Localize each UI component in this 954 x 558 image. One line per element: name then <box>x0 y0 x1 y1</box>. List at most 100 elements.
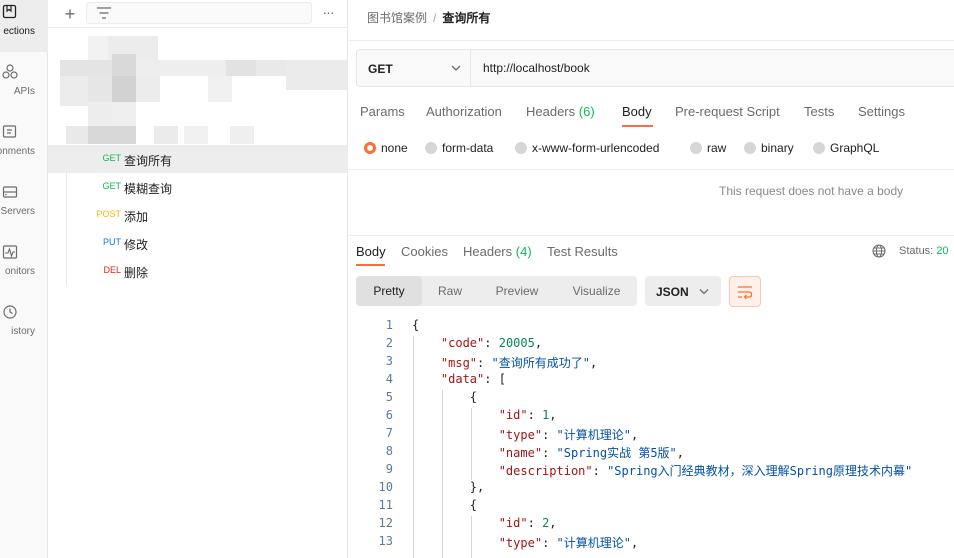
left-icon-rail: ections APIs onments k Servers onitors i… <box>0 0 48 558</box>
code-line: 9 "description": "Spring入门经典教材，深入理解Sprin… <box>349 462 954 480</box>
code-text: { <box>412 318 420 332</box>
code-line: 3 "msg": "查询所有成功了", <box>349 354 954 372</box>
code-text: "id": 2, <box>498 516 557 530</box>
code-text: { <box>412 498 478 512</box>
url-input[interactable]: http://localhost/book <box>483 61 590 75</box>
chevron-down-icon <box>699 289 709 295</box>
format-value: JSON <box>656 285 689 299</box>
postman-window: ections APIs onments k Servers onitors i… <box>0 0 954 558</box>
resp-tab-cookies[interactable]: Cookies <box>401 244 448 259</box>
format-select[interactable]: JSON <box>645 276 721 306</box>
code-line: 7 "type": "计算机理论", <box>349 426 954 444</box>
code-text: "code": 20005, <box>440 336 543 350</box>
rail-mock-servers[interactable]: k Servers <box>0 180 48 232</box>
request-item[interactable]: PUT 修改 <box>48 229 348 257</box>
rail-environments[interactable]: onments <box>0 120 48 172</box>
code-line: 4 "data": [ <box>349 372 954 390</box>
filter-input[interactable] <box>86 2 312 24</box>
rail-label: onitors <box>4 266 35 277</box>
code-line: 1{ <box>349 318 954 336</box>
view-pretty-button[interactable]: Pretty <box>356 276 422 306</box>
line-number: 3 <box>385 354 393 368</box>
tab-params[interactable]: Params <box>360 104 405 119</box>
response-body-viewer[interactable]: 1{ 2 "code": 20005, 3 "msg": "查询所有成功了", … <box>349 318 954 558</box>
rail-apis[interactable]: APIs <box>0 60 48 112</box>
code-line: 11 { <box>349 498 954 516</box>
radio-dot <box>425 142 437 154</box>
view-visualize-button[interactable]: Visualize <box>556 276 637 306</box>
tab-pre-request-script[interactable]: Pre-request Script <box>675 104 780 119</box>
tab-headers[interactable]: Headers (6) <box>526 104 595 119</box>
environments-icon <box>2 125 17 138</box>
method-badge: DEL <box>103 265 121 275</box>
request-panel: 图书馆案例 / 查询所有 GET http://localhost/book Par… <box>349 0 954 558</box>
method-badge: POST <box>96 209 121 219</box>
status-label: Status: <box>899 245 934 257</box>
code-text: "type": "计算机理论", <box>498 536 639 550</box>
tab-settings[interactable]: Settings <box>858 104 905 119</box>
request-name: 删除 <box>124 266 149 280</box>
radio-dot <box>364 142 376 154</box>
active-tab-indicator <box>356 264 385 266</box>
request-name: 修改 <box>124 238 149 252</box>
resp-tab-headers[interactable]: Headers (4) <box>463 244 532 259</box>
code-text: "msg": "查询所有成功了", <box>440 356 598 370</box>
active-tab-indicator <box>622 125 653 127</box>
radio-label: binary <box>761 141 794 155</box>
collections-icon <box>2 4 17 19</box>
more-options-icon[interactable]: ··· <box>318 4 338 24</box>
rail-label: onments <box>0 146 35 157</box>
rail-collections[interactable]: ections <box>0 0 48 52</box>
rail-label: k Servers <box>0 206 35 217</box>
code-line: 5 { <box>349 390 954 408</box>
line-number: 8 <box>385 444 393 458</box>
request-item[interactable]: DEL 删除 <box>48 257 348 285</box>
request-item[interactable]: POST 添加 <box>48 201 348 229</box>
code-line: 8 "name": "Spring实战 第5版", <box>349 444 954 462</box>
view-preview-button[interactable]: Preview <box>478 276 556 306</box>
code-line: 13 "type": "计算机理论", <box>349 534 954 552</box>
new-collection-button[interactable]: + <box>60 4 80 24</box>
wrap-lines-button[interactable] <box>729 276 761 307</box>
rail-monitors[interactable]: onitors <box>0 240 48 292</box>
code-line: 2 "code": 20005, <box>349 336 954 354</box>
radio-label: GraphQL <box>830 141 880 155</box>
tab-authorization[interactable]: Authorization <box>426 104 502 119</box>
view-raw-button[interactable]: Raw <box>422 276 478 306</box>
rail-label: ections <box>3 26 35 37</box>
tab-body[interactable]: Body <box>622 104 652 119</box>
breadcrumb-separator: / <box>433 11 437 25</box>
resp-tab-test-results[interactable]: Test Results <box>547 244 618 259</box>
status-value: 20 <box>936 245 949 257</box>
code-text: { <box>412 390 478 404</box>
sidebar-toolbar: + ··· <box>48 0 348 28</box>
resp-tab-body[interactable]: Body <box>356 244 386 259</box>
breadcrumb-current[interactable]: 查询所有 <box>442 11 490 25</box>
filter-icon <box>97 7 111 19</box>
method-select[interactable]: GET <box>357 50 471 86</box>
radio-label: x-www-form-urlencoded <box>532 141 660 155</box>
no-body-message: This request does not have a body <box>719 184 904 198</box>
history-icon <box>3 305 17 319</box>
request-name: 查询所有 <box>124 154 173 168</box>
radio-dot <box>813 142 825 154</box>
request-item[interactable]: GET 查询所有 <box>48 145 348 173</box>
rail-history[interactable]: istory <box>0 300 48 352</box>
radio-dot <box>515 142 527 154</box>
request-item[interactable]: GET 模糊查询 <box>48 173 348 201</box>
method-badge: GET <box>102 181 121 191</box>
body-divider <box>349 169 954 170</box>
request-name: 添加 <box>124 210 149 224</box>
request-name: 模糊查询 <box>124 182 173 196</box>
code-text: "data": [ <box>440 372 506 386</box>
apis-icon <box>2 64 18 79</box>
globe-icon[interactable] <box>872 244 886 258</box>
tab-tests[interactable]: Tests <box>804 104 834 119</box>
breadcrumb-parent[interactable]: 图书馆案例 <box>367 11 427 25</box>
wrap-lines-icon <box>738 286 753 299</box>
line-number: 13 <box>378 534 393 548</box>
radio-label: form-data <box>442 141 494 155</box>
radio-dot <box>744 142 756 154</box>
line-number: 1 <box>385 318 393 332</box>
radio-label: none <box>381 141 408 155</box>
